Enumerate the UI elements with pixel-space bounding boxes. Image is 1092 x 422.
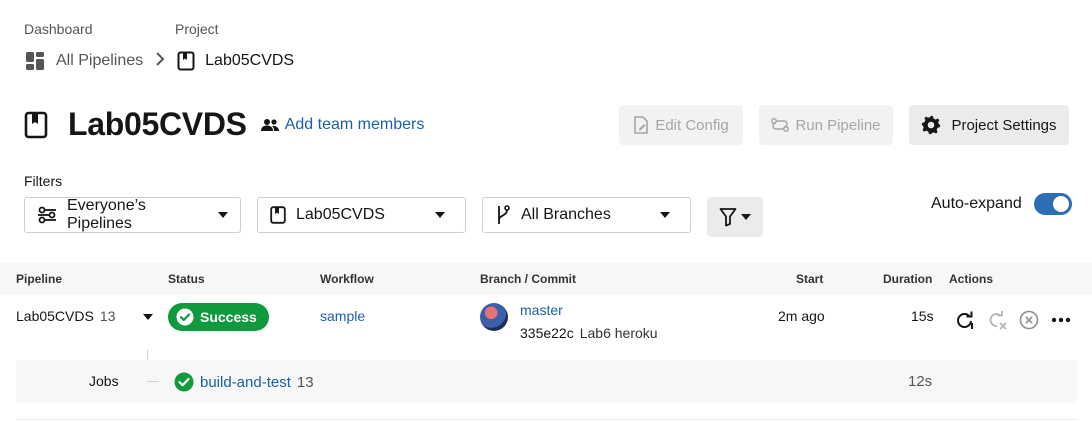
chevron-down-icon <box>435 212 445 218</box>
project-filter-select[interactable]: Lab05CVDS <box>257 197 466 233</box>
auto-expand-control: Auto-expand <box>931 193 1072 215</box>
tree-connector-branch <box>147 381 159 382</box>
commit-hash[interactable]: 335e22c <box>520 325 574 341</box>
job-item[interactable]: build-and-test 13 <box>174 372 314 392</box>
start-time: 2m ago <box>778 308 825 324</box>
pipeline-icon <box>771 117 790 133</box>
table-header: Pipeline Status Workflow Branch / Commit… <box>0 263 1092 295</box>
edit-config-button[interactable]: Edit Config <box>619 105 743 145</box>
project-icon <box>177 51 195 71</box>
chevron-down-icon <box>660 212 670 218</box>
run-pipeline-label: Run Pipeline <box>795 116 881 134</box>
pipeline-duration: 15s <box>911 308 934 324</box>
funnel-icon <box>719 207 737 227</box>
column-header-actions: Actions <box>949 272 994 286</box>
job-name-link[interactable]: build-and-test <box>200 374 291 391</box>
column-header-pipeline: Pipeline <box>16 272 63 286</box>
project-icon <box>24 111 48 139</box>
caret-down-icon <box>143 314 153 320</box>
column-header-status: Status <box>168 272 205 286</box>
row-divider <box>16 419 1077 420</box>
jobs-label: Jobs <box>89 373 119 389</box>
project-settings-button[interactable]: Project Settings <box>909 105 1069 145</box>
dashboard-icon <box>24 50 46 72</box>
job-number: 13 <box>296 373 314 391</box>
team-icon <box>260 118 279 132</box>
breadcrumb-project-name[interactable]: Lab05CVDS <box>205 52 294 70</box>
branch-filter-select[interactable]: All Branches <box>482 197 691 233</box>
expand-row-button[interactable] <box>143 314 153 320</box>
rerun-failed-icon <box>987 310 1007 330</box>
add-team-members-link[interactable]: Add team members <box>260 115 425 134</box>
pipelines-filter-select[interactable]: Everyone’s Pipelines <box>24 197 241 233</box>
status-badge[interactable]: Success <box>168 303 269 331</box>
cancel-button[interactable] <box>1018 309 1040 331</box>
commit-info: 335e22c Lab6 heroku <box>520 325 658 341</box>
status-label: Success <box>200 309 257 325</box>
file-edit-icon <box>633 116 649 134</box>
auto-expand-toggle[interactable] <box>1033 193 1072 215</box>
job-duration: 12s <box>908 373 933 390</box>
branch-link[interactable]: master <box>520 302 563 318</box>
branch-icon <box>495 204 511 226</box>
chevron-down-icon <box>218 212 228 218</box>
project-icon <box>270 206 286 224</box>
project-filter-value: Lab05CVDS <box>296 206 385 223</box>
pipelines-filter-value: Everyone’s Pipelines <box>67 197 146 232</box>
more-actions-button[interactable] <box>1050 309 1072 331</box>
branch-filter-value: All Branches <box>521 206 611 223</box>
advanced-filter-button[interactable] <box>707 197 763 237</box>
column-header-branch-commit: Branch / Commit <box>480 272 577 286</box>
gear-icon <box>921 115 941 135</box>
column-header-start: Start <box>796 272 824 286</box>
page-header: Lab05CVDS Add team members <box>24 106 424 143</box>
table-row: Lab05CVDS 13 <box>16 308 115 324</box>
column-header-duration: Duration <box>883 272 933 286</box>
pipeline-name[interactable]: Lab05CVDS <box>16 308 94 324</box>
avatar <box>480 303 508 331</box>
page-title: Lab05CVDS <box>68 106 247 142</box>
run-pipeline-button[interactable]: Run Pipeline <box>759 105 893 145</box>
all-pipelines-link[interactable]: All Pipelines <box>56 52 143 70</box>
chevron-down-icon <box>741 214 751 220</box>
rerun-icon <box>955 310 975 330</box>
commit-message: Lab6 heroku <box>579 325 658 341</box>
project-settings-label: Project Settings <box>951 116 1057 134</box>
cancel-circle-icon <box>1019 310 1039 330</box>
rerun-button[interactable] <box>954 309 976 331</box>
check-circle-icon <box>174 372 194 392</box>
more-horizontal-icon <box>1051 317 1071 323</box>
breadcrumb: All Pipelines Lab05CVDS <box>24 50 294 72</box>
workflow-link[interactable]: sample <box>320 308 365 324</box>
filters-label: Filters <box>24 173 63 189</box>
chevron-right-icon <box>153 51 167 72</box>
breadcrumb-project-label: Project <box>175 21 219 37</box>
check-circle-icon <box>176 308 194 326</box>
pipeline-number[interactable]: 13 <box>100 308 116 324</box>
breadcrumb-dashboard-label: Dashboard <box>24 21 93 37</box>
column-header-workflow: Workflow <box>320 272 374 286</box>
edit-config-label: Edit Config <box>655 116 729 134</box>
auto-expand-label: Auto-expand <box>931 195 1022 212</box>
add-team-members-label: Add team members <box>284 115 425 133</box>
rerun-failed-button[interactable] <box>986 309 1008 331</box>
filter-sliders-icon <box>37 206 57 224</box>
